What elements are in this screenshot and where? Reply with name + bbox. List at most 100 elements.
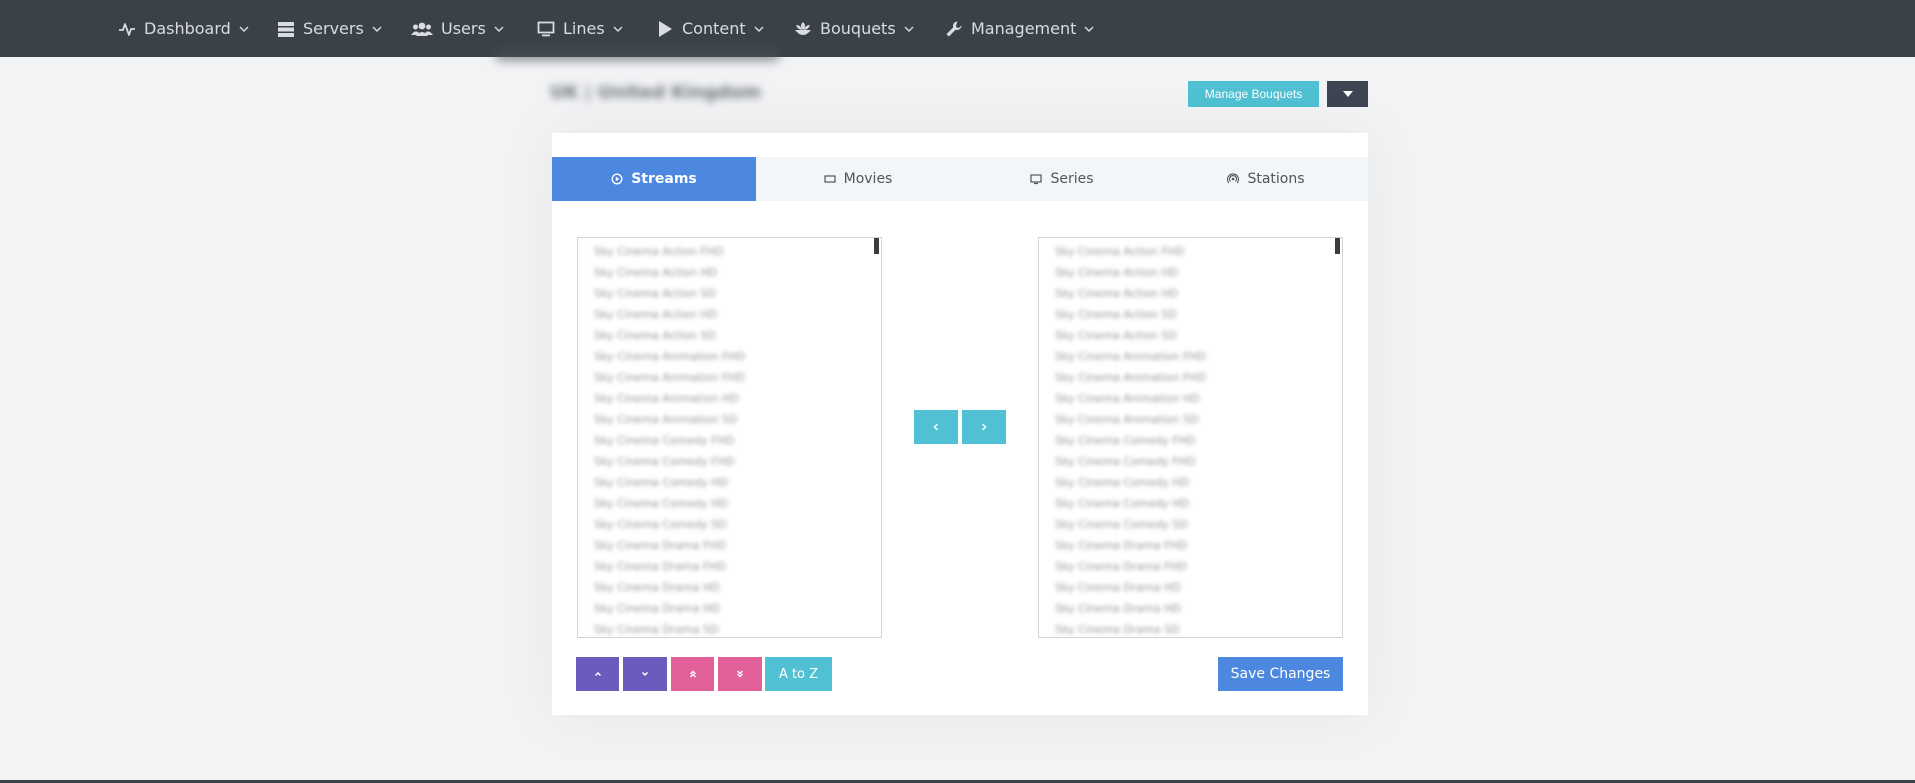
chevron-up-icon <box>593 669 603 679</box>
nav-servers[interactable]: Servers <box>277 0 382 57</box>
list-item[interactable]: Sky Cinema Comedy FHD <box>594 455 734 469</box>
list-item[interactable]: Sky Cinema Action HD <box>1055 266 1178 280</box>
film-icon <box>824 173 836 185</box>
list-item[interactable]: Sky Cinema Comedy FHD <box>1055 455 1195 469</box>
tab-label: Series <box>1050 171 1094 187</box>
tab-label: Movies <box>843 171 893 187</box>
list-item[interactable]: Sky Cinema Drama SD <box>594 623 719 637</box>
content-tabs: Streams Movies Series Stations <box>552 157 1368 201</box>
chevron-down-icon <box>239 24 249 34</box>
list-item[interactable]: Sky Cinema Action SD <box>594 329 716 343</box>
selected-streams-list[interactable]: Sky Cinema Action FHD Sky Cinema Action H… <box>1038 237 1343 638</box>
list-item[interactable]: Sky Cinema Drama HD <box>1055 581 1181 595</box>
server-icon <box>277 20 295 38</box>
tv-icon <box>1030 173 1043 185</box>
monitor-icon <box>537 20 555 38</box>
move-top-button[interactable] <box>671 657 714 691</box>
list-item[interactable]: Sky Cinema Action SD <box>594 287 716 301</box>
list-item[interactable]: Sky Cinema Animation FHD <box>594 371 745 385</box>
page-title: UK | United Kingdom <box>550 82 762 103</box>
chevron-left-icon <box>932 422 940 432</box>
list-item[interactable]: Sky Cinema Action SD <box>1055 329 1177 343</box>
nav-management[interactable]: Management <box>945 0 1094 57</box>
sort-a-to-z-button[interactable]: A to Z <box>765 657 832 691</box>
list-item[interactable]: Sky Cinema Drama SD <box>1055 623 1180 637</box>
list-item[interactable]: Sky Cinema Comedy HD <box>594 497 728 511</box>
chevron-right-icon <box>980 422 988 432</box>
tab-stations[interactable]: Stations <box>1164 157 1368 201</box>
chevron-down-icon <box>372 24 382 34</box>
chevron-down-icon <box>1084 24 1094 34</box>
list-item[interactable]: Sky Cinema Action FHD <box>1055 245 1184 259</box>
chevron-down-icon <box>904 24 914 34</box>
list-item[interactable]: Sky Cinema Comedy FHD <box>1055 434 1195 448</box>
list-item[interactable]: Sky Cinema Animation SD <box>594 413 737 427</box>
chevron-down-icon <box>613 24 623 34</box>
nav-label: Content <box>682 19 746 38</box>
list-item[interactable]: Sky Cinema Comedy HD <box>1055 497 1189 511</box>
list-item[interactable]: Sky Cinema Comedy FHD <box>594 434 734 448</box>
move-right-button[interactable] <box>962 410 1006 444</box>
list-item[interactable]: Sky Cinema Animation FHD <box>594 350 745 364</box>
list-item[interactable]: Sky Cinema Drama HD <box>1055 602 1181 616</box>
tab-series[interactable]: Series <box>960 157 1164 201</box>
double-chevron-down-icon <box>735 669 745 679</box>
available-streams-list[interactable]: Sky Cinema Action FHD Sky Cinema Action H… <box>577 237 882 638</box>
list-item[interactable]: Sky Cinema Drama HD <box>594 602 720 616</box>
radio-icon <box>1227 173 1240 185</box>
manage-bouquets-button[interactable]: Manage Bouquets <box>1188 81 1319 107</box>
list-item[interactable]: Sky Cinema Drama HD <box>594 581 720 595</box>
list-item[interactable]: Sky Cinema Comedy HD <box>1055 476 1189 490</box>
wrench-icon <box>945 20 963 38</box>
nav-label: Management <box>971 19 1077 38</box>
bouquet-editor-card: Streams Movies Series Stations Sky Cinem… <box>552 133 1368 715</box>
list-item[interactable]: Sky Cinema Drama FHD <box>1055 560 1187 574</box>
tab-label: Streams <box>631 171 697 187</box>
nav-users[interactable]: Users <box>411 0 504 57</box>
scrollbar-thumb[interactable] <box>1335 238 1340 254</box>
nav-label: Dashboard <box>144 19 231 38</box>
list-item[interactable]: Sky Cinema Comedy HD <box>594 476 728 490</box>
list-item[interactable]: Sky Cinema Action FHD <box>594 245 723 259</box>
top-navbar: Dashboard Servers Users Lines Content Bo <box>0 0 1915 57</box>
tab-movies[interactable]: Movies <box>756 157 960 201</box>
move-down-button[interactable] <box>623 657 667 691</box>
list-item[interactable]: Sky Cinema Action HD <box>1055 287 1178 301</box>
move-left-button[interactable] <box>914 410 958 444</box>
list-item[interactable]: Sky Cinema Comedy SD <box>594 518 727 532</box>
bouquet-icon <box>794 20 812 38</box>
list-item[interactable]: Sky Cinema Drama FHD <box>594 560 726 574</box>
list-item[interactable]: Sky Cinema Action HD <box>594 308 717 322</box>
tab-streams[interactable]: Streams <box>552 157 756 201</box>
double-chevron-up-icon <box>688 669 698 679</box>
list-item[interactable]: Sky Cinema Animation HD <box>594 392 739 406</box>
list-item[interactable]: Sky Cinema Action SD <box>1055 308 1177 322</box>
chevron-down-icon <box>754 24 764 34</box>
scrollbar-thumb[interactable] <box>874 238 879 254</box>
list-item[interactable]: Sky Cinema Drama FHD <box>594 539 726 553</box>
list-item[interactable]: Sky Cinema Drama FHD <box>1055 539 1187 553</box>
activity-icon <box>118 20 136 38</box>
nav-dashboard[interactable]: Dashboard <box>118 0 249 57</box>
play-circle-icon <box>611 173 623 185</box>
chevron-down-icon <box>494 24 504 34</box>
caret-down-icon <box>1342 91 1353 97</box>
tab-label: Stations <box>1247 171 1305 187</box>
play-icon <box>656 20 674 38</box>
nav-label: Bouquets <box>820 19 896 38</box>
nav-label: Users <box>441 19 486 38</box>
list-item[interactable]: Sky Cinema Animation FHD <box>1055 350 1206 364</box>
move-bottom-button[interactable] <box>718 657 762 691</box>
list-item[interactable]: Sky Cinema Animation HD <box>1055 392 1200 406</box>
nav-label: Lines <box>563 19 605 38</box>
save-changes-button[interactable]: Save Changes <box>1218 657 1343 691</box>
nav-label: Servers <box>303 19 364 38</box>
list-item[interactable]: Sky Cinema Animation SD <box>1055 413 1198 427</box>
nav-bouquets[interactable]: Bouquets <box>794 0 914 57</box>
move-up-button[interactable] <box>576 657 619 691</box>
list-item[interactable]: Sky Cinema Animation FHD <box>1055 371 1206 385</box>
list-item[interactable]: Sky Cinema Comedy SD <box>1055 518 1188 532</box>
list-item[interactable]: Sky Cinema Action HD <box>594 266 717 280</box>
chevron-down-icon <box>640 669 650 679</box>
manage-dropdown-toggle[interactable] <box>1327 81 1368 107</box>
